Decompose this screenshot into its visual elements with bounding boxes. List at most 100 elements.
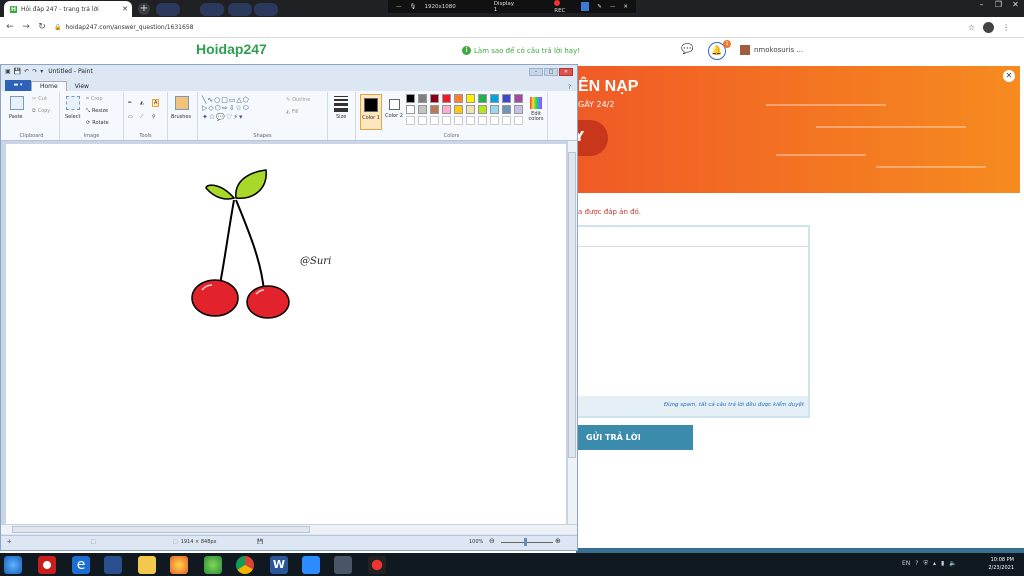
outline-button[interactable]: ✎ Outline [286, 97, 310, 103]
palette-swatch[interactable] [442, 94, 451, 103]
palette-swatch[interactable] [502, 94, 511, 103]
window-close-icon[interactable]: ✕ [1007, 0, 1024, 12]
stop-square-icon[interactable] [580, 2, 590, 11]
palette-swatch[interactable] [514, 105, 523, 114]
word-icon[interactable]: W [270, 556, 288, 574]
fill-bucket-icon[interactable]: ◭ [140, 100, 144, 106]
brushes-button[interactable]: Brushes [171, 114, 191, 120]
color1-button[interactable]: Color 1 [360, 94, 382, 130]
zoom-slider-thumb[interactable] [524, 538, 527, 546]
chrome-icon[interactable] [236, 556, 254, 574]
promo-banner[interactable] [576, 66, 1020, 193]
help-tray-icon[interactable]: ? [915, 560, 918, 568]
magnifier-icon[interactable]: ⚲ [152, 114, 156, 120]
palette-swatch[interactable] [490, 105, 499, 114]
file-explorer-icon[interactable] [138, 556, 156, 574]
save-icon[interactable]: 💾 [14, 68, 21, 75]
paint-taskbar-icon[interactable] [334, 556, 352, 574]
palette-swatch[interactable] [442, 105, 451, 114]
back-arrow-icon[interactable]: ← [4, 22, 16, 32]
zoom-app-icon[interactable] [302, 556, 320, 574]
paint-maximize-button[interactable]: □ [544, 67, 558, 76]
horizontal-scroll-thumb[interactable] [12, 526, 310, 533]
palette-swatch[interactable] [490, 94, 499, 103]
edit-colors-button[interactable]: Edit colors [526, 94, 546, 130]
palette-swatch-empty[interactable] [490, 116, 499, 125]
firefox-icon[interactable] [170, 556, 188, 574]
pencil-icon[interactable]: ✏ [128, 100, 132, 106]
size-button[interactable]: Size [336, 114, 346, 120]
paint-close-button[interactable]: ✕ [559, 67, 573, 76]
paste-button[interactable]: Paste [9, 114, 23, 120]
crop-button[interactable]: ⌗ Crop [86, 96, 103, 102]
bookmark-star-icon[interactable]: ☆ [968, 23, 975, 32]
brush-icon[interactable] [175, 96, 189, 110]
copy-button[interactable]: ⧉ Copy [32, 108, 50, 114]
recorder-app-icon[interactable] [204, 556, 222, 574]
tab-view[interactable]: View [67, 82, 97, 91]
mic-icon[interactable]: 🎙 [410, 4, 417, 10]
text-tool-icon[interactable]: A [152, 99, 160, 107]
palette-swatch-empty[interactable] [442, 116, 451, 125]
paste-icon[interactable] [10, 96, 24, 110]
palette-swatch-empty[interactable] [514, 116, 523, 125]
palette-swatch[interactable] [430, 94, 439, 103]
minimize-icon[interactable]: — [396, 4, 402, 10]
palette-swatch[interactable] [418, 105, 427, 114]
pen-icon[interactable]: ✎ [597, 4, 602, 10]
new-tab-button[interactable]: + [138, 3, 150, 15]
palette-swatch[interactable] [466, 105, 475, 114]
help-icon[interactable]: ? [568, 84, 571, 91]
color-picker-icon[interactable]: ⟋ [140, 114, 144, 120]
palette-swatch[interactable] [478, 105, 487, 114]
size-lines-icon[interactable] [334, 96, 348, 112]
site-logo[interactable]: Hoidap247 [196, 41, 267, 57]
browser-menu-icon[interactable]: ⋮ [1002, 23, 1010, 32]
recorder-close-icon[interactable]: ✕ [623, 4, 628, 10]
profile-avatar[interactable] [983, 21, 995, 33]
user-menu[interactable]: nmokosuris ... [740, 45, 803, 55]
shape-gallery[interactable]: ╲∿○□▭△⬠ ▷◇⬡⇨⇩☆⬭ ✦☆💬♡⚡▾ [202, 96, 250, 121]
palette-swatch-empty[interactable] [502, 116, 511, 125]
rotate-button[interactable]: ⟳ Rotate [86, 120, 109, 126]
tip-link[interactable]: i Làm sao để có câu trả lời hay! [462, 46, 580, 55]
window-restore-icon[interactable]: ❐ [990, 0, 1007, 12]
vertical-scroll-thumb[interactable] [568, 152, 576, 458]
close-tab-icon[interactable]: ✕ [122, 5, 128, 13]
palette-swatch[interactable] [418, 94, 427, 103]
window-minimize-icon[interactable]: – [973, 0, 990, 12]
select-icon[interactable] [66, 96, 80, 110]
language-icon[interactable]: EN [902, 560, 910, 568]
eraser-icon[interactable]: ▭ [128, 114, 133, 120]
zoom-slider[interactable] [501, 542, 553, 543]
palette-swatch[interactable] [406, 105, 415, 114]
file-menu-button[interactable]: ▬ ▾ [5, 80, 31, 91]
drawing-canvas[interactable]: @Suri [6, 144, 566, 524]
palette-swatch-empty[interactable] [478, 116, 487, 125]
palette-swatch[interactable] [466, 94, 475, 103]
paint-app-icon[interactable]: ▣ [5, 68, 11, 75]
shield-icon[interactable]: ⛨ [923, 560, 928, 568]
browser-tab[interactable]: H Hỏi đáp 247 - trang trả lời ✕ [4, 1, 132, 17]
opera-icon[interactable] [38, 556, 56, 574]
palette-swatch-empty[interactable] [406, 116, 415, 125]
cut-button[interactable]: ✂ Cut [32, 96, 47, 102]
select-button[interactable]: Select [65, 114, 80, 120]
banner-close-icon[interactable]: ✕ [1003, 70, 1015, 82]
resize-button[interactable]: ⤡ Resize [86, 108, 108, 114]
recorder-minimize-icon[interactable]: — [610, 4, 616, 10]
palette-swatch-empty[interactable] [418, 116, 427, 125]
palette-swatch[interactable] [502, 105, 511, 114]
palette-swatch[interactable] [454, 94, 463, 103]
palette-swatch-empty[interactable] [454, 116, 463, 125]
submit-answer-button[interactable]: GỬI TRẢ LỜI [574, 425, 693, 450]
palette-swatch[interactable] [454, 105, 463, 114]
screen-recorder-icon[interactable] [368, 556, 386, 574]
zoom-out-button[interactable]: ⊖ [489, 537, 495, 545]
expand-tray-icon[interactable]: ▴ [933, 560, 936, 568]
zoom-in-button[interactable]: ⊕ [555, 537, 561, 545]
answer-editor[interactable] [576, 225, 810, 418]
forward-arrow-icon[interactable]: → [20, 22, 32, 32]
paint-minimize-button[interactable]: – [529, 67, 543, 76]
palette-swatch[interactable] [430, 105, 439, 114]
